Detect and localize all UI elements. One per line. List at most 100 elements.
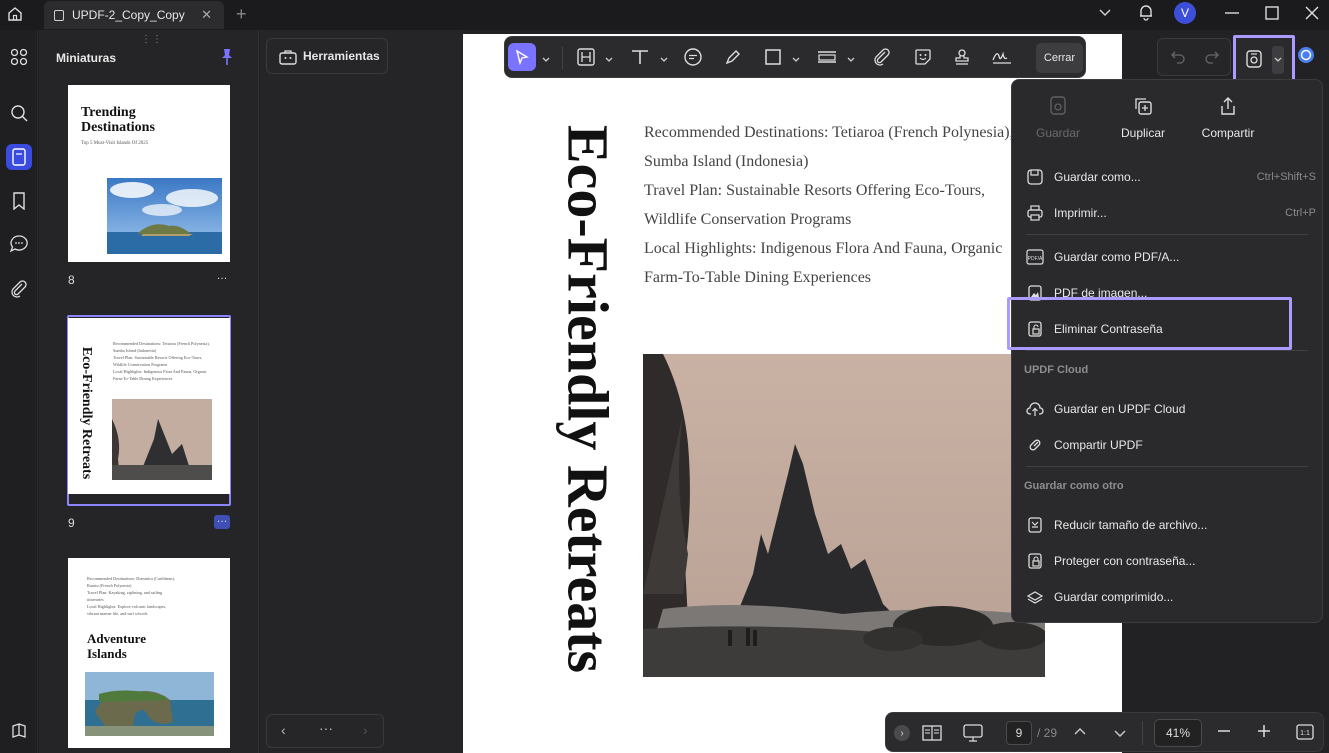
save-compressed-item[interactable]: Guardar comprimido... — [1026, 585, 1316, 609]
redo-icon[interactable] — [1204, 49, 1220, 65]
text-tool-icon[interactable] — [630, 46, 650, 68]
chevron-down-icon[interactable] — [604, 49, 614, 71]
bell-icon[interactable] — [1137, 3, 1155, 21]
pen-icon[interactable] — [724, 46, 742, 68]
sticker-icon[interactable] — [914, 46, 932, 68]
thumbnail-image — [112, 399, 212, 480]
menu-divider — [1026, 466, 1308, 467]
menu-item-label: Compartir UPDF — [1054, 438, 1143, 452]
presentation-icon[interactable] — [962, 724, 984, 742]
more-icon[interactable]: ··· — [319, 720, 333, 736]
document-tab[interactable]: UPDF-2_Copy_Copy ✕ — [44, 1, 224, 29]
bookmark-icon[interactable] — [6, 188, 32, 214]
thumbnail-page[interactable]: Trending Destinations Top 5 Must-Visit I… — [68, 85, 230, 262]
cloud-upload-icon — [1026, 400, 1044, 418]
save-menu-button[interactable] — [1233, 35, 1295, 85]
chevron-right-icon[interactable]: › — [363, 722, 368, 738]
menu-divider — [1026, 234, 1308, 235]
chevron-down-icon[interactable] — [1113, 726, 1127, 740]
ai-assistant-icon[interactable] — [1297, 46, 1315, 64]
chevron-down-icon[interactable] — [541, 49, 551, 71]
rectangle-icon[interactable] — [764, 46, 782, 68]
more-options-icon[interactable]: … — [214, 514, 230, 529]
close-button[interactable]: Cerrar — [1036, 43, 1083, 73]
duplicate-option[interactable]: Duplicar — [1103, 96, 1183, 140]
save-as-item[interactable]: Guardar como... Ctrl+Shift+S — [1026, 165, 1316, 189]
chevron-down-icon[interactable] — [659, 49, 669, 71]
chevron-down-icon[interactable] — [1098, 5, 1112, 19]
title-bar: UPDF-2_Copy_Copy ✕ + V — [0, 0, 1329, 30]
chevron-left-icon[interactable]: ‹ — [281, 722, 286, 738]
reading-mode-icon[interactable] — [922, 724, 942, 742]
duplicate-icon — [1103, 96, 1183, 116]
form-field-icon[interactable] — [817, 46, 837, 68]
zoom-out-icon[interactable] — [1217, 724, 1231, 738]
share-option[interactable]: Compartir — [1188, 96, 1268, 140]
attachment-icon[interactable] — [6, 276, 32, 302]
divider — [1142, 721, 1143, 745]
more-options-icon[interactable]: … — [214, 271, 230, 286]
minimize-icon[interactable] — [1225, 11, 1239, 15]
search-icon[interactable] — [6, 100, 32, 126]
save-label: Guardar — [1035, 126, 1081, 140]
text-line: Local Highlights: Indigenous Flora And F… — [644, 240, 1003, 257]
avatar[interactable]: V — [1174, 2, 1196, 24]
save-pdfa-item[interactable]: PDF/A Guardar como PDF/A... — [1026, 245, 1316, 269]
zoom-in-icon[interactable] — [1257, 724, 1271, 738]
thumbnail-subtitle: Top 5 Must-Visit Islands Of 2025 — [81, 141, 149, 146]
zoom-level-input[interactable]: 41% — [1154, 719, 1202, 747]
new-tab-icon[interactable]: + — [236, 4, 247, 25]
duplicate-label: Duplicar — [1120, 126, 1165, 140]
reduce-size-item[interactable]: Reducir tamaño de archivo... — [1026, 513, 1316, 537]
print-item[interactable]: Imprimir... Ctrl+P — [1026, 201, 1316, 225]
chevron-up-icon[interactable] — [1073, 725, 1087, 739]
thumbnail-page[interactable]: Eco-Friendly Retreats Recommended Destin… — [68, 318, 230, 494]
select-tool-icon[interactable] — [508, 43, 536, 71]
chevron-down-icon[interactable] — [791, 49, 801, 71]
comment-icon[interactable] — [683, 46, 703, 68]
protect-password-item[interactable]: Proteger con contraseña... — [1026, 549, 1316, 573]
thumbnails-icon[interactable] — [6, 144, 32, 170]
home-icon[interactable] — [7, 6, 23, 22]
text-line: Recommended Destinations: Tetiaroa (Fren… — [644, 124, 1014, 141]
save-option[interactable]: Guardar — [1018, 96, 1098, 140]
pin-icon[interactable] — [220, 48, 234, 66]
save-icon — [1245, 49, 1263, 69]
close-window-icon[interactable] — [1305, 6, 1319, 20]
collapse-icon[interactable]: › — [894, 725, 910, 741]
chevron-down-icon[interactable] — [1272, 46, 1284, 74]
actual-size-icon[interactable]: 1:1 — [1296, 724, 1314, 740]
apps-grid-icon[interactable] — [6, 44, 32, 70]
page-text: Recommended Destinations: Tetiaroa (Fren… — [644, 118, 1024, 292]
undo-icon[interactable] — [1170, 49, 1186, 65]
comments-icon[interactable] — [6, 231, 32, 257]
chevron-down-icon[interactable] — [846, 49, 856, 71]
share-label: Compartir — [1201, 126, 1255, 140]
stamp-icon[interactable] — [953, 46, 971, 68]
layers-icon[interactable] — [6, 718, 32, 744]
page-number: 9 — [68, 516, 75, 530]
page-number-input[interactable]: 9 — [1006, 721, 1032, 745]
section-label: Guardar como otro — [1024, 480, 1124, 492]
signature-icon[interactable] — [991, 46, 1013, 68]
bottom-navigation-bar: › 9 / 29 41% 1:1 — [885, 712, 1324, 752]
text-box-icon[interactable] — [577, 46, 595, 68]
share-updf-item[interactable]: Compartir UPDF — [1026, 433, 1316, 457]
thumbnail-image — [107, 178, 222, 254]
save-as-icon — [1026, 168, 1044, 186]
thumbnail-page[interactable]: Recommended Destinations: Dominica (Cari… — [68, 558, 230, 748]
close-tab-icon[interactable]: ✕ — [201, 7, 212, 23]
tools-button[interactable]: Herramientas — [266, 38, 388, 74]
maximize-icon[interactable] — [1265, 6, 1279, 20]
highlight-box — [1007, 297, 1292, 350]
attachment-icon[interactable] — [873, 46, 891, 68]
text-line: Farm-To-Table Dining Experiences — [644, 269, 872, 286]
svg-text:PDF/A: PDF/A — [1028, 256, 1043, 262]
lock-icon — [1026, 552, 1044, 570]
edit-toolbar: Cerrar — [504, 36, 1086, 78]
drag-handle[interactable]: ⋮⋮ — [141, 34, 163, 45]
thumbnails-panel: ⋮⋮ Miniaturas Trending Destinations Top … — [39, 30, 259, 753]
save-cloud-item[interactable]: Guardar en UPDF Cloud — [1026, 397, 1316, 421]
page-photo — [643, 354, 1045, 677]
thumbnail-heading: Eco-Friendly Retreats — [79, 346, 94, 480]
